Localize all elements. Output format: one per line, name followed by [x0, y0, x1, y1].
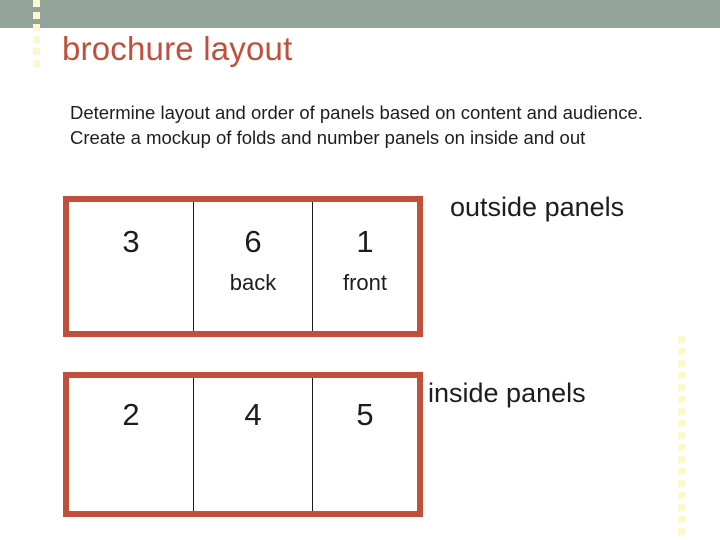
decorative-dot	[678, 468, 685, 475]
decorative-dot	[678, 432, 685, 439]
panel-label: back	[229, 270, 277, 295]
panel-cell: 5	[312, 378, 417, 511]
panel-number: 1	[356, 224, 374, 259]
page-title: brochure layout	[62, 30, 293, 67]
top-decorative-bar	[0, 0, 720, 28]
decorative-dot	[33, 60, 40, 67]
decorative-dot	[678, 444, 685, 451]
inside-panels-caption: inside panels	[428, 378, 586, 408]
decorative-dot	[678, 480, 685, 487]
decorative-dot	[678, 504, 685, 511]
panel-number: 2	[122, 397, 140, 432]
panel-number: 6	[244, 224, 262, 259]
decorative-dot	[678, 420, 685, 427]
decorative-dot	[678, 492, 685, 499]
panel-cell: 3	[69, 202, 193, 331]
decorative-dot	[678, 408, 685, 415]
right-dotted-decoration	[678, 336, 685, 540]
decorative-dot	[33, 36, 40, 43]
panel-number: 4	[244, 397, 262, 432]
decorative-dot	[678, 384, 685, 391]
left-dotted-decoration	[33, 0, 40, 78]
decorative-dot	[33, 24, 40, 31]
outside-panels-caption: outside panels	[450, 192, 625, 222]
decorative-dot	[33, 0, 40, 7]
decorative-dot	[678, 516, 685, 523]
decorative-dot	[678, 348, 685, 355]
decorative-dot	[678, 456, 685, 463]
body-paragraph: Determine layout and order of panels bas…	[70, 102, 643, 148]
decorative-dot	[678, 528, 685, 535]
inside-panels-table: 2 4 5	[63, 372, 423, 517]
panel-cell: 6 back	[193, 202, 312, 331]
panel-number: 5	[356, 397, 374, 432]
decorative-dot	[678, 360, 685, 367]
decorative-dot	[678, 372, 685, 379]
panel-label: front	[342, 270, 388, 295]
outside-panels-table: 3 6 back 1 front	[63, 196, 423, 337]
panel-cell: 1 front	[312, 202, 417, 331]
decorative-dot	[678, 336, 685, 343]
panel-cell: 2	[69, 378, 193, 511]
decorative-dot	[33, 12, 40, 19]
decorative-dot	[678, 396, 685, 403]
panel-number: 3	[122, 224, 140, 259]
panel-cell: 4	[193, 378, 312, 511]
decorative-dot	[33, 48, 40, 55]
